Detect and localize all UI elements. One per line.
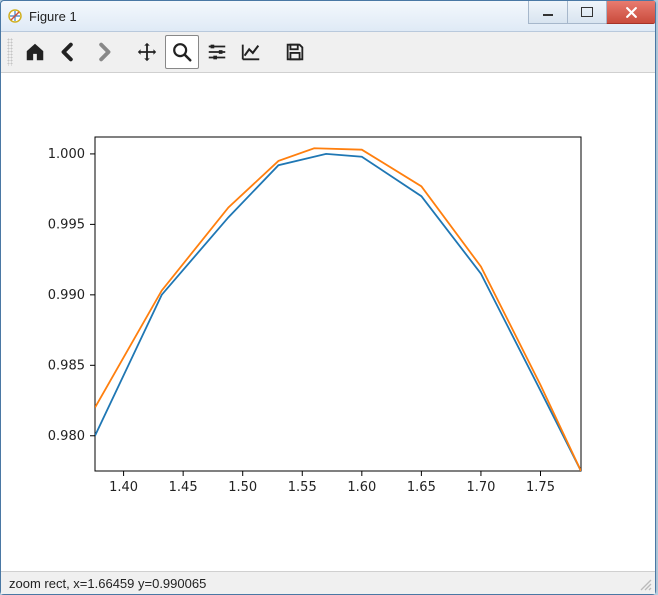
svg-text:1.65: 1.65: [407, 480, 436, 495]
svg-text:1.55: 1.55: [288, 480, 317, 495]
svg-text:0.980: 0.980: [48, 429, 85, 444]
figure-window: Figure 1: [0, 0, 656, 595]
resize-grip-icon[interactable]: [639, 578, 653, 592]
arrow-left-icon: [58, 41, 80, 63]
svg-text:1.50: 1.50: [228, 480, 257, 495]
window-controls: [528, 1, 655, 23]
svg-text:0.995: 0.995: [48, 217, 85, 232]
svg-text:1.000: 1.000: [48, 147, 85, 162]
svg-text:1.45: 1.45: [169, 480, 198, 495]
zoom-icon: [171, 41, 193, 63]
status-bar: zoom rect, x=1.66459 y=0.990065: [1, 571, 655, 594]
forward-button[interactable]: [87, 36, 119, 68]
arrow-right-icon: [92, 41, 114, 63]
close-icon: [625, 6, 638, 19]
plot-area[interactable]: 1.40 1.45 1.50 1.55 1.60 1.65 1.70 1.75 0.980 0.9…: [1, 73, 655, 571]
svg-text:1.60: 1.60: [347, 480, 376, 495]
axes-button[interactable]: [235, 36, 267, 68]
svg-text:1.70: 1.70: [466, 480, 495, 495]
close-button[interactable]: [606, 1, 655, 24]
app-icon: [7, 8, 23, 24]
save-icon: [284, 41, 306, 63]
svg-text:1.75: 1.75: [526, 480, 555, 495]
maximize-button[interactable]: [567, 1, 606, 24]
window-title: Figure 1: [29, 9, 77, 24]
zoom-button[interactable]: [165, 35, 199, 69]
svg-text:0.990: 0.990: [48, 288, 85, 303]
home-button[interactable]: [19, 36, 51, 68]
toolbar: [1, 32, 655, 73]
move-icon: [136, 41, 158, 63]
home-icon: [24, 41, 46, 63]
subplots-button[interactable]: [201, 36, 233, 68]
save-button[interactable]: [279, 36, 311, 68]
svg-text:1.40: 1.40: [109, 480, 138, 495]
back-button[interactable]: [53, 36, 85, 68]
status-text: zoom rect, x=1.66459 y=0.990065: [9, 576, 206, 591]
title-bar[interactable]: Figure 1: [1, 1, 655, 32]
svg-text:0.985: 0.985: [48, 358, 85, 373]
chart: 1.40 1.45 1.50 1.55 1.60 1.65 1.70 1.75 0.980 0.9…: [1, 73, 655, 571]
pan-button[interactable]: [131, 36, 163, 68]
minimize-button[interactable]: [528, 1, 567, 24]
chart-line-icon: [240, 41, 262, 63]
sliders-icon: [206, 41, 228, 63]
toolbar-handle[interactable]: [7, 38, 13, 66]
